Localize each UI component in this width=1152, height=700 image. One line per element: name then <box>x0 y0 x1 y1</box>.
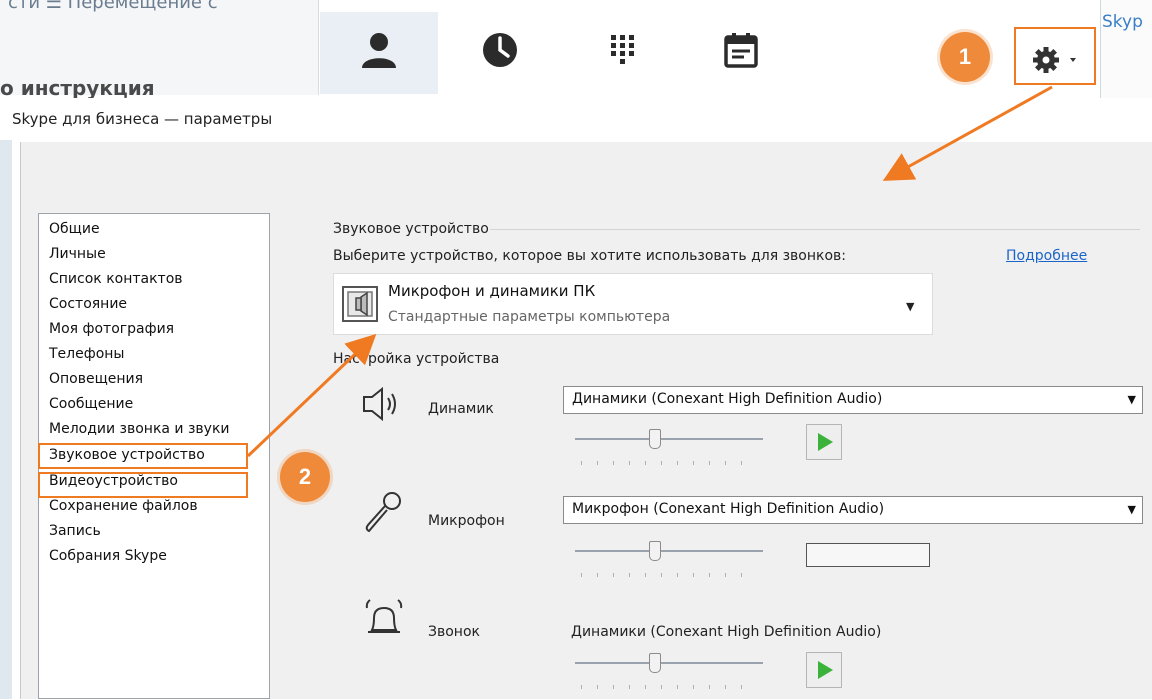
annotation-arrows <box>246 85 1053 458</box>
arrow-to-audio-settings <box>246 333 377 458</box>
arrow-to-dialog <box>882 85 1053 181</box>
